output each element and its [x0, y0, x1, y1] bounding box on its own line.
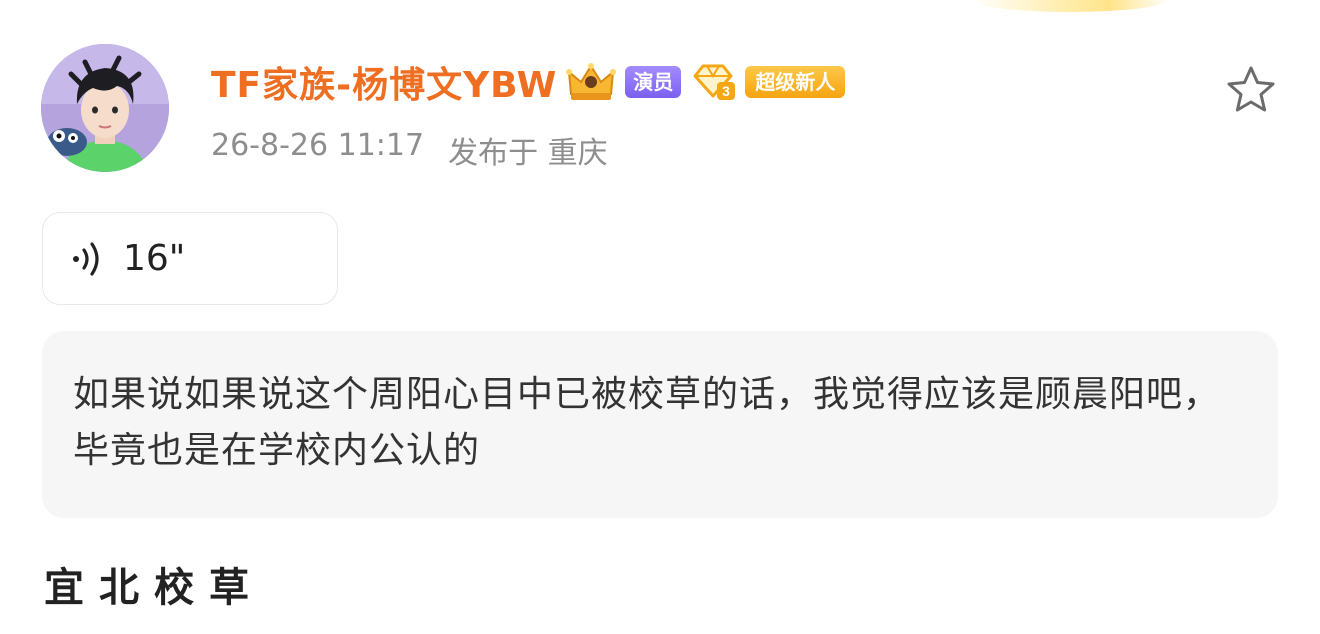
super-newcomer-badge[interactable]: 超级新人 — [745, 66, 846, 98]
voice-wave-icon — [73, 241, 99, 276]
author-name[interactable]: TF家族-杨博文YBW — [211, 56, 557, 108]
decorative-top-glow — [970, 0, 1170, 12]
author-name-row: TF家族-杨博文YBW 演员 3 超级新人 — [211, 56, 846, 108]
post-timestamp: 26-8-26 11:17 — [211, 128, 425, 163]
diamond-level-number: 3 — [722, 83, 730, 99]
quoted-text: 如果说如果说这个周阳心目中已被校草的话，我觉得应该是顾晨阳吧，毕竟也是在学校内公… — [73, 374, 1221, 471]
avatar-image — [41, 44, 169, 172]
voice-message[interactable]: 16" — [42, 212, 338, 305]
section-title: 宜北校草 — [44, 565, 264, 611]
post-meta: 26-8-26 11:17 发布于 重庆 — [211, 128, 608, 172]
quoted-text-box: 如果说如果说这个周阳心目中已被校草的话，我觉得应该是顾晨阳吧，毕竟也是在学校内公… — [42, 331, 1278, 518]
voice-duration: 16" — [123, 238, 186, 279]
avatar[interactable] — [41, 44, 169, 172]
crown-icon[interactable] — [565, 60, 617, 104]
star-outline-icon[interactable] — [1225, 64, 1277, 116]
actor-badge[interactable]: 演员 — [625, 66, 682, 98]
diamond-level-icon[interactable]: 3 — [689, 62, 737, 102]
post-location: 发布于 重庆 — [448, 136, 608, 171]
